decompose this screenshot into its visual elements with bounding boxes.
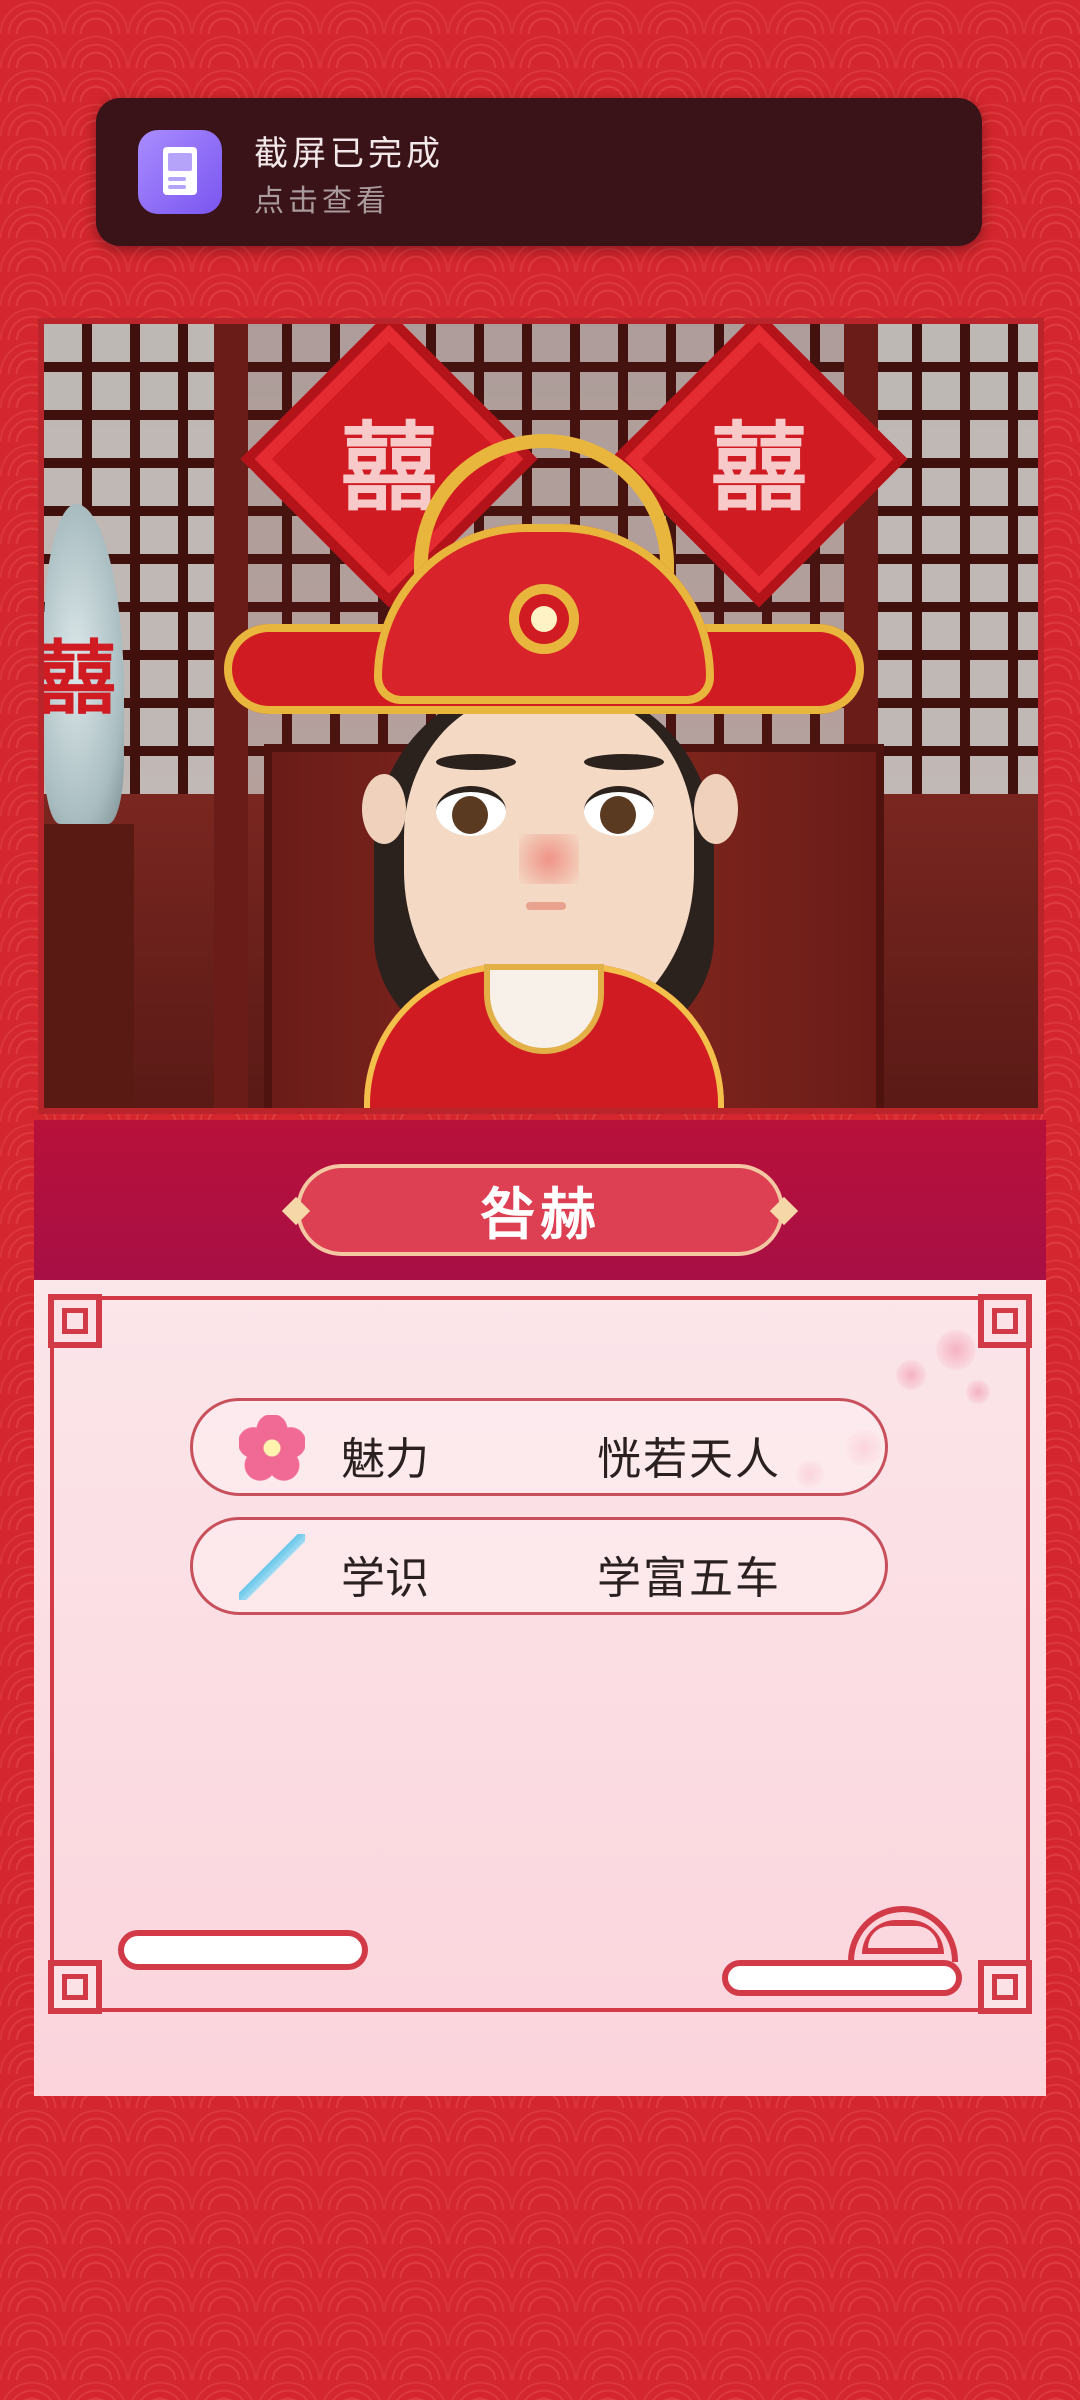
window-lattice-right bbox=[874, 324, 1038, 794]
stat-value: 学富五车 bbox=[597, 1553, 781, 1604]
name-banner: 咎赫 bbox=[34, 1120, 1046, 1280]
frame-corner-bottom-left bbox=[48, 1960, 102, 2014]
stat-label: 魅力 bbox=[341, 1434, 429, 1485]
character-eye-left bbox=[436, 786, 506, 836]
notification-subtitle[interactable]: 点击查看 bbox=[254, 176, 390, 220]
brush-icon bbox=[239, 1534, 305, 1600]
character-eye-right bbox=[584, 786, 654, 836]
scroll-decoration-right bbox=[722, 1960, 962, 1996]
vase-stand bbox=[44, 824, 134, 1108]
scroll-decoration-left bbox=[118, 1930, 368, 1970]
screenshot-app-icon bbox=[138, 130, 222, 214]
character-portrait-scene: 囍 囍 bbox=[38, 318, 1044, 1114]
frame-corner-bottom-right bbox=[978, 1960, 1032, 2014]
plum-blossom-icon bbox=[239, 1415, 305, 1481]
attribute-panel: 魅力 恍若天人 学识 学富五车 bbox=[34, 1280, 1046, 2096]
frame-corner-top-left bbox=[48, 1294, 102, 1348]
stat-value: 恍若天人 bbox=[597, 1434, 781, 1485]
stat-row-charm: 魅力 恍若天人 bbox=[190, 1398, 888, 1496]
screenshot-notification[interactable]: 截屏已完成 点击查看 bbox=[96, 98, 982, 246]
notification-title: 截屏已完成 bbox=[254, 134, 444, 174]
stat-label: 学识 bbox=[341, 1553, 429, 1604]
stat-row-knowledge: 学识 学富五车 bbox=[190, 1517, 888, 1615]
character-name: 咎赫 bbox=[480, 1182, 600, 1248]
name-plate: 咎赫 bbox=[296, 1164, 784, 1256]
